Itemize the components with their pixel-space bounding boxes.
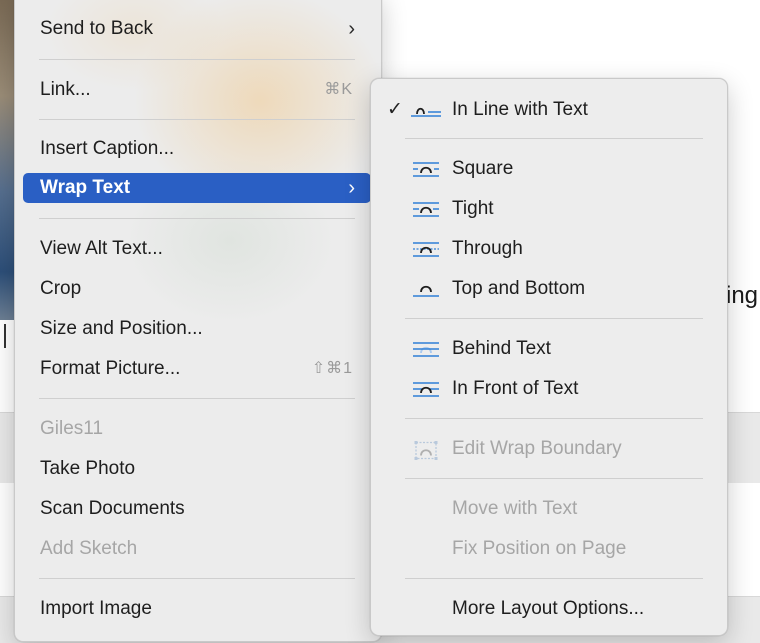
selected-picture[interactable] [0,0,14,320]
menu-item-giles11: Giles11 [15,414,381,444]
wrap-behind-icon [413,342,439,357]
menu-item-format-picture[interactable]: Format Picture... ⇧⌘1 [15,354,381,384]
chevron-right-icon: › [348,18,355,40]
submenu-item-label: Square [452,158,514,179]
menu-item-label: Link... [40,79,91,100]
menu-item-label: Take Photo [40,458,136,479]
menu-item-label: Send to Back [40,18,154,39]
menu-item-view-alt-text[interactable]: View Alt Text... [15,234,381,264]
menu-item-label: Wrap Text [40,177,131,198]
document-page [726,0,760,412]
menu-item-wrap-text[interactable]: Wrap Text › [23,173,371,203]
menu-separator [405,478,703,479]
picture-context-menu: Send to Back › Link... ⌘K Insert Caption… [14,0,382,642]
submenu-item-label: More Layout Options... [452,598,645,619]
document-text-fragment: ing [726,282,759,309]
menu-item-import-image[interactable]: Import Image [15,594,381,624]
submenu-item-label: Fix Position on Page [452,538,627,559]
menu-separator [39,59,355,60]
wrap-square-icon [413,162,439,177]
submenu-item-in-front-of-text[interactable]: In Front of Text [371,374,727,404]
submenu-item-edit-wrap-boundary: Edit Wrap Boundary [371,434,727,464]
menu-separator [39,218,355,219]
submenu-item-move-with-text: Move with Text [371,494,727,524]
menu-separator [39,398,355,399]
wrap-through-icon [413,242,439,257]
wrap-inline-icon [411,107,441,117]
menu-item-add-sketch: Add Sketch [15,534,381,564]
menu-separator [405,578,703,579]
menu-separator [39,119,355,120]
menu-item-size-and-position[interactable]: Size and Position... [15,314,381,344]
keyboard-shortcut: ⇧⌘1 [311,360,353,377]
submenu-item-label: Behind Text [452,338,551,359]
submenu-item-label: Through [452,238,523,259]
submenu-item-label: In Line with Text [452,99,588,120]
submenu-item-top-and-bottom[interactable]: Top and Bottom [371,274,727,304]
menu-item-link[interactable]: Link... ⌘K [15,75,381,105]
menu-item-take-photo[interactable]: Take Photo [15,454,381,484]
submenu-item-in-line-with-text[interactable]: ✓ In Line with Text [371,95,727,125]
menu-item-send-to-back[interactable]: Send to Back › [15,14,381,44]
submenu-item-more-layout-options[interactable]: More Layout Options... [371,594,727,624]
wrap-top-bottom-icon [413,285,439,297]
submenu-item-label: In Front of Text [452,378,579,399]
menu-item-label: Insert Caption... [40,138,175,159]
menu-item-crop[interactable]: Crop [15,274,381,304]
chevron-right-icon: › [348,177,355,199]
edit-wrap-boundary-icon [414,441,438,460]
menu-separator [39,578,355,579]
submenu-item-label: Top and Bottom [452,278,586,299]
menu-separator [405,138,703,139]
submenu-item-square[interactable]: Square [371,154,727,184]
submenu-item-tight[interactable]: Tight [371,194,727,224]
menu-item-label: View Alt Text... [40,238,163,259]
submenu-item-label: Tight [452,198,494,219]
submenu-item-label: Move with Text [452,498,578,519]
checkmark-icon: ✓ [387,99,403,120]
keyboard-shortcut: ⌘K [324,81,353,98]
menu-separator [405,318,703,319]
text-cursor [4,324,6,348]
menu-item-label: Format Picture... [40,358,181,379]
menu-item-label: Crop [40,278,82,299]
menu-item-label: Scan Documents [40,498,185,519]
wrap-front-icon [413,382,439,397]
menu-item-label: Add Sketch [40,538,138,559]
menu-separator [405,418,703,419]
menu-item-insert-caption[interactable]: Insert Caption... [15,134,381,164]
menu-item-label: Import Image [40,598,152,619]
submenu-item-label: Edit Wrap Boundary [452,438,622,459]
submenu-item-through[interactable]: Through [371,234,727,264]
submenu-item-fix-position-on-page: Fix Position on Page [371,534,727,564]
menu-item-scan-documents[interactable]: Scan Documents [15,494,381,524]
wrap-tight-icon [413,202,439,217]
submenu-item-behind-text[interactable]: Behind Text [371,334,727,364]
menu-item-label: Giles11 [40,418,104,439]
wrap-text-submenu: ✓ In Line with Text Square Tight Through… [370,78,728,636]
menu-item-label: Size and Position... [40,318,203,339]
